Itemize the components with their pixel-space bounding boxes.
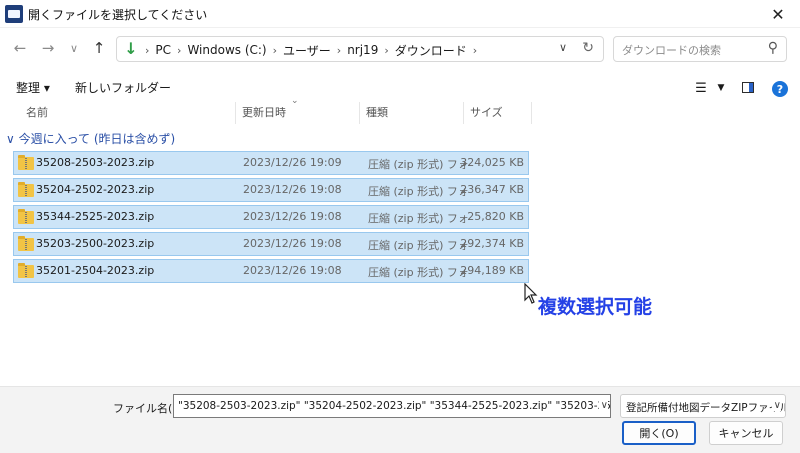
back-button[interactable]: ← [10, 38, 30, 58]
view-options-icon[interactable]: ☰ [692, 79, 710, 97]
file-date: 2023/12/26 19:08 [243, 237, 342, 250]
breadcrumb-users[interactable]: ユーザー [279, 42, 335, 59]
address-bar[interactable]: ↓ › PC › Windows (C:) › ユーザー › nrj19 › ダ… [116, 36, 604, 62]
file-name: 35201-2504-2023.zip [36, 264, 155, 277]
file-date: 2023/12/26 19:08 [243, 264, 342, 277]
file-name: 35208-2503-2023.zip [36, 156, 155, 169]
filename-value: "35208-2503-2023.zip" "35204-2502-2023.z… [178, 400, 610, 412]
cancel-button[interactable]: キャンセル [709, 421, 783, 445]
breadcrumb: › PC › Windows (C:) › ユーザー › nrj19 › ダウン… [143, 41, 479, 59]
chevron-right-icon[interactable]: › [335, 44, 343, 57]
chevron-right-icon[interactable]: › [143, 44, 151, 57]
chevron-down-icon: ∨ [69, 41, 79, 55]
sort-indicator-icon: ⌄ [291, 96, 299, 106]
navigation-bar: ← → ∨ ↑ ↓ › PC › Windows (C:) › ユーザー › n… [0, 30, 800, 68]
annotation-label: 複数選択可能 [538, 296, 653, 318]
title-bar: 開くファイルを選択してください ✕ [0, 0, 800, 28]
view-dropdown-icon[interactable]: ▼ [712, 79, 730, 97]
file-type-filter[interactable]: 登記所備付地図データZIPファイル( ∨ [620, 394, 786, 418]
file-size: 236,347 KB [460, 183, 524, 196]
app-icon [5, 5, 23, 23]
refresh-icon[interactable]: ↻ [582, 40, 594, 56]
file-name: 35203-2500-2023.zip [36, 237, 155, 250]
command-bar: 整理 ▾ 新しいフォルダー ☰ ▼ ? [0, 74, 800, 102]
file-type: 圧縮 (zip 形式) フォ... [368, 185, 468, 198]
organize-button[interactable]: 整理 ▾ [16, 79, 50, 96]
column-name[interactable]: 名前 [20, 102, 236, 124]
column-size[interactable]: サイズ [464, 102, 532, 124]
file-date: 2023/12/26 19:08 [243, 183, 342, 196]
search-icon[interactable]: ⚲ [768, 40, 778, 56]
file-name: 35344-2525-2023.zip [36, 210, 155, 223]
file-size: 25,820 KB [467, 210, 524, 223]
column-header: 名前 更新日時 種類 サイズ [0, 102, 800, 124]
chevron-down-icon[interactable]: ∨ [771, 400, 781, 411]
search-placeholder: ダウンロードの検索 [622, 44, 721, 57]
filename-input[interactable]: "35208-2503-2023.zip" "35204-2502-2023.z… [173, 394, 611, 418]
zip-folder-icon [18, 155, 34, 170]
file-date: 2023/12/26 19:08 [243, 210, 342, 223]
chevron-down-icon[interactable]: ∨ [598, 400, 608, 411]
chevron-right-icon[interactable]: › [175, 44, 183, 57]
zip-folder-icon [18, 236, 34, 251]
close-button[interactable]: ✕ [756, 0, 800, 28]
forward-button[interactable]: → [38, 38, 58, 58]
file-row[interactable]: 35344-2525-2023.zip 2023/12/26 19:08 圧縮 … [13, 205, 529, 229]
column-type[interactable]: 種類 [360, 102, 464, 124]
zip-folder-icon [18, 263, 34, 278]
dialog-footer: ファイル名(N): "35208-2503-2023.zip" "35204-2… [0, 386, 800, 453]
file-type: 圧縮 (zip 形式) フォ... [368, 158, 468, 171]
back-arrow-icon: ← [13, 39, 27, 57]
zip-folder-icon [18, 209, 34, 224]
file-row[interactable]: 35208-2503-2023.zip 2023/12/26 19:09 圧縮 … [13, 151, 529, 175]
breadcrumb-downloads[interactable]: ダウンロード [391, 42, 471, 59]
file-date: 2023/12/26 19:09 [243, 156, 342, 169]
open-button[interactable]: 開く(O) [622, 421, 696, 445]
filter-value: 登記所備付地図データZIPファイル( [626, 402, 786, 414]
file-row[interactable]: 35203-2500-2023.zip 2023/12/26 19:08 圧縮 … [13, 232, 529, 256]
group-header[interactable]: ∨ 今週に入って (昨日は含めず) [6, 130, 175, 147]
chevron-right-icon[interactable]: › [471, 44, 479, 57]
file-row[interactable]: 35204-2502-2023.zip 2023/12/26 19:08 圧縮 … [13, 178, 529, 202]
forward-arrow-icon: → [41, 39, 55, 57]
file-type: 圧縮 (zip 形式) フォ... [368, 212, 468, 225]
help-icon[interactable]: ? [772, 81, 788, 97]
breadcrumb-pc[interactable]: PC [151, 43, 175, 57]
zip-folder-icon [18, 182, 34, 197]
file-name: 35204-2502-2023.zip [36, 183, 155, 196]
breadcrumb-drive[interactable]: Windows (C:) [183, 43, 270, 57]
chevron-right-icon[interactable]: › [382, 44, 390, 57]
new-folder-button[interactable]: 新しいフォルダー [75, 79, 171, 96]
file-size: 294,189 KB [460, 264, 524, 277]
file-type: 圧縮 (zip 形式) フォ... [368, 266, 468, 279]
up-arrow-icon: ↑ [92, 39, 106, 57]
recent-locations-button[interactable]: ∨ [64, 38, 84, 58]
file-size: 292,374 KB [460, 237, 524, 250]
close-icon: ✕ [771, 4, 785, 24]
chevron-right-icon[interactable]: › [271, 44, 279, 57]
mouse-cursor-icon [524, 283, 538, 304]
window-title: 開くファイルを選択してください [28, 8, 208, 22]
up-button[interactable]: ↑ [89, 38, 109, 58]
search-box[interactable]: ダウンロードの検索 ⚲ [613, 36, 787, 62]
file-type: 圧縮 (zip 形式) フォ... [368, 239, 468, 252]
file-size: 324,025 KB [460, 156, 524, 169]
preview-pane-icon[interactable] [742, 82, 754, 93]
address-dropdown-icon[interactable]: ∨ [559, 41, 567, 54]
file-row[interactable]: 35201-2504-2023.zip 2023/12/26 19:08 圧縮 … [13, 259, 529, 283]
download-icon: ↓ [124, 39, 138, 58]
breadcrumb-user[interactable]: nrj19 [343, 43, 382, 57]
